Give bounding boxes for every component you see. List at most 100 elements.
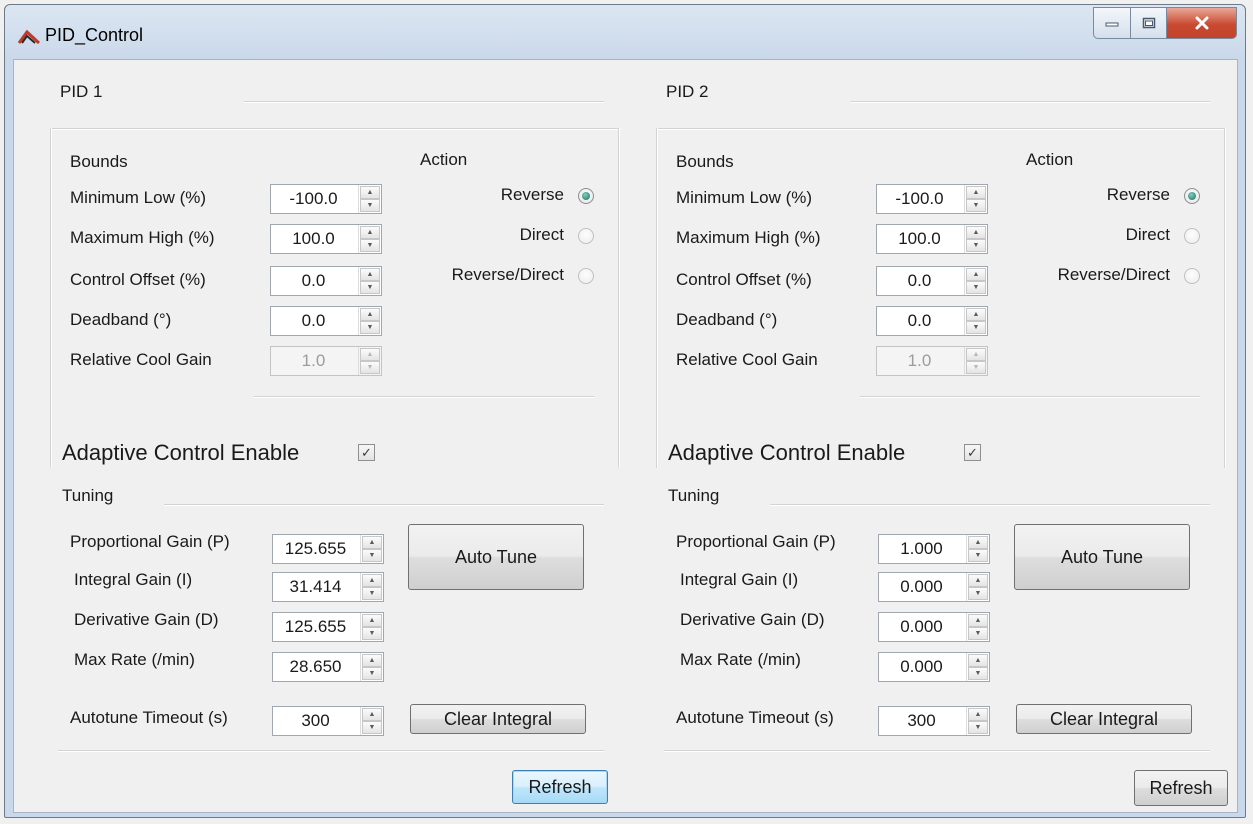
maximum-high-spinner[interactable]: 100.0 ▲ ▼	[876, 224, 988, 254]
spin-up-icon[interactable]: ▲	[968, 708, 988, 721]
spin-up-icon[interactable]: ▲	[360, 268, 380, 281]
max-rate-spinner-value[interactable]: 0.000	[879, 653, 966, 681]
clear-integral-button[interactable]: Clear Integral	[1016, 704, 1192, 734]
action-reverse-direct-radio[interactable]	[578, 268, 594, 284]
deadband-spinner-value[interactable]: 0.0	[271, 307, 358, 335]
close-button[interactable]	[1167, 7, 1237, 39]
maximize-button[interactable]	[1131, 7, 1167, 39]
spin-up-icon[interactable]: ▲	[966, 226, 986, 239]
action-reverse-option[interactable]: Reverse	[394, 184, 600, 208]
deadband-spinner-value[interactable]: 0.0	[877, 307, 964, 335]
deadband-spinner[interactable]: 0.0 ▲ ▼	[876, 306, 988, 336]
spin-down-icon[interactable]: ▼	[360, 281, 380, 294]
spin-up-icon[interactable]: ▲	[966, 268, 986, 281]
refresh-button[interactable]: Refresh	[1134, 770, 1228, 806]
spin-down-icon[interactable]: ▼	[362, 667, 382, 680]
minimum-low-spinner[interactable]: -100.0 ▲ ▼	[876, 184, 988, 214]
spin-up-icon[interactable]: ▲	[362, 536, 382, 549]
action-reverse-direct-radio[interactable]	[1184, 268, 1200, 284]
max-rate-spinner[interactable]: 28.650 ▲ ▼	[272, 652, 384, 682]
action-direct-option[interactable]: Direct	[394, 224, 600, 248]
proportional-gain-spinner[interactable]: 125.655 ▲ ▼	[272, 534, 384, 564]
action-direct-option[interactable]: Direct	[1000, 224, 1206, 248]
spin-up-icon[interactable]: ▲	[362, 654, 382, 667]
spin-up-icon[interactable]: ▲	[360, 226, 380, 239]
integral-gain-spinner[interactable]: 0.000 ▲ ▼	[878, 572, 990, 602]
clear-integral-button[interactable]: Clear Integral	[410, 704, 586, 734]
max-rate-spinner-arrows: ▲ ▼	[360, 653, 383, 681]
adaptive-control-checkbox[interactable]: ✓	[358, 444, 375, 461]
spin-down-icon[interactable]: ▼	[968, 549, 988, 562]
spin-down-icon[interactable]: ▼	[360, 239, 380, 252]
autotune-timeout-spinner[interactable]: 300 ▲ ▼	[272, 706, 384, 736]
action-direct-radio[interactable]	[1184, 228, 1200, 244]
control-offset-spinner[interactable]: 0.0 ▲ ▼	[876, 266, 988, 296]
minimum-low-spinner-value[interactable]: -100.0	[271, 185, 358, 213]
action-reverse-radio[interactable]	[1184, 188, 1200, 204]
spin-up-icon[interactable]: ▲	[968, 654, 988, 667]
proportional-gain-spinner[interactable]: 1.000 ▲ ▼	[878, 534, 990, 564]
spin-down-icon[interactable]: ▼	[968, 627, 988, 640]
integral-gain-spinner-value[interactable]: 31.414	[273, 573, 360, 601]
title-bar[interactable]: PID_Control	[5, 5, 1245, 61]
derivative-gain-spinner-value[interactable]: 125.655	[273, 613, 360, 641]
auto-tune-button[interactable]: Auto Tune	[1014, 524, 1190, 590]
spin-down-icon[interactable]: ▼	[968, 587, 988, 600]
minimum-low-spinner-value[interactable]: -100.0	[877, 185, 964, 213]
maximum-high-spinner[interactable]: 100.0 ▲ ▼	[270, 224, 382, 254]
integral-gain-spinner[interactable]: 31.414 ▲ ▼	[272, 572, 384, 602]
spin-down-icon[interactable]: ▼	[968, 721, 988, 734]
adaptive-control-checkbox[interactable]: ✓	[964, 444, 981, 461]
spin-down-icon[interactable]: ▼	[362, 627, 382, 640]
max-rate-spinner[interactable]: 0.000 ▲ ▼	[878, 652, 990, 682]
proportional-gain-spinner-value[interactable]: 125.655	[273, 535, 360, 563]
spin-down-icon[interactable]: ▼	[362, 721, 382, 734]
action-reverse-radio[interactable]	[578, 188, 594, 204]
spin-down-icon[interactable]: ▼	[360, 199, 380, 212]
spin-down-icon[interactable]: ▼	[362, 549, 382, 562]
max-rate-spinner-value[interactable]: 28.650	[273, 653, 360, 681]
spin-down-icon[interactable]: ▼	[966, 199, 986, 212]
integral-gain-spinner-value[interactable]: 0.000	[879, 573, 966, 601]
spin-down-icon[interactable]: ▼	[362, 587, 382, 600]
derivative-gain-spinner[interactable]: 0.000 ▲ ▼	[878, 612, 990, 642]
control-offset-spinner[interactable]: 0.0 ▲ ▼	[270, 266, 382, 296]
spin-up-icon[interactable]: ▲	[362, 708, 382, 721]
action-reverse-direct-option[interactable]: Reverse/Direct	[1000, 264, 1206, 288]
spin-up-icon[interactable]: ▲	[966, 186, 986, 199]
autotune-timeout-spinner[interactable]: 300 ▲ ▼	[878, 706, 990, 736]
minimum-low-spinner[interactable]: -100.0 ▲ ▼	[270, 184, 382, 214]
auto-tune-button[interactable]: Auto Tune	[408, 524, 584, 590]
proportional-gain-spinner-value[interactable]: 1.000	[879, 535, 966, 563]
action-direct-radio[interactable]	[578, 228, 594, 244]
refresh-button[interactable]: Refresh	[512, 770, 608, 804]
spin-up-icon[interactable]: ▲	[362, 574, 382, 587]
action-reverse-direct-option[interactable]: Reverse/Direct	[394, 264, 600, 288]
deadband-spinner-arrows: ▲ ▼	[358, 307, 381, 335]
deadband-spinner[interactable]: 0.0 ▲ ▼	[270, 306, 382, 336]
spin-up-icon[interactable]: ▲	[362, 614, 382, 627]
spin-down-icon[interactable]: ▼	[966, 281, 986, 294]
control-offset-spinner-value[interactable]: 0.0	[877, 267, 964, 295]
spin-up-icon[interactable]: ▲	[360, 308, 380, 321]
action-reverse-option[interactable]: Reverse	[1000, 184, 1206, 208]
derivative-gain-spinner[interactable]: 125.655 ▲ ▼	[272, 612, 384, 642]
maximum-high-spinner-value[interactable]: 100.0	[271, 225, 358, 253]
autotune-timeout-spinner-value[interactable]: 300	[273, 707, 360, 735]
autotune-timeout-spinner-value[interactable]: 300	[879, 707, 966, 735]
control-offset-spinner-value[interactable]: 0.0	[271, 267, 358, 295]
spin-down-icon[interactable]: ▼	[968, 667, 988, 680]
derivative-gain-spinner-value[interactable]: 0.000	[879, 613, 966, 641]
tuning-bottom-line	[58, 750, 604, 752]
minimize-button[interactable]	[1093, 7, 1131, 39]
autotune-timeout-label: Autotune Timeout (s)	[676, 708, 834, 727]
spin-down-icon[interactable]: ▼	[360, 321, 380, 334]
spin-up-icon[interactable]: ▲	[968, 574, 988, 587]
spin-up-icon[interactable]: ▲	[968, 614, 988, 627]
spin-up-icon[interactable]: ▲	[360, 186, 380, 199]
spin-down-icon[interactable]: ▼	[966, 321, 986, 334]
spin-up-icon[interactable]: ▲	[968, 536, 988, 549]
spin-down-icon[interactable]: ▼	[966, 239, 986, 252]
spin-up-icon[interactable]: ▲	[966, 308, 986, 321]
maximum-high-spinner-value[interactable]: 100.0	[877, 225, 964, 253]
